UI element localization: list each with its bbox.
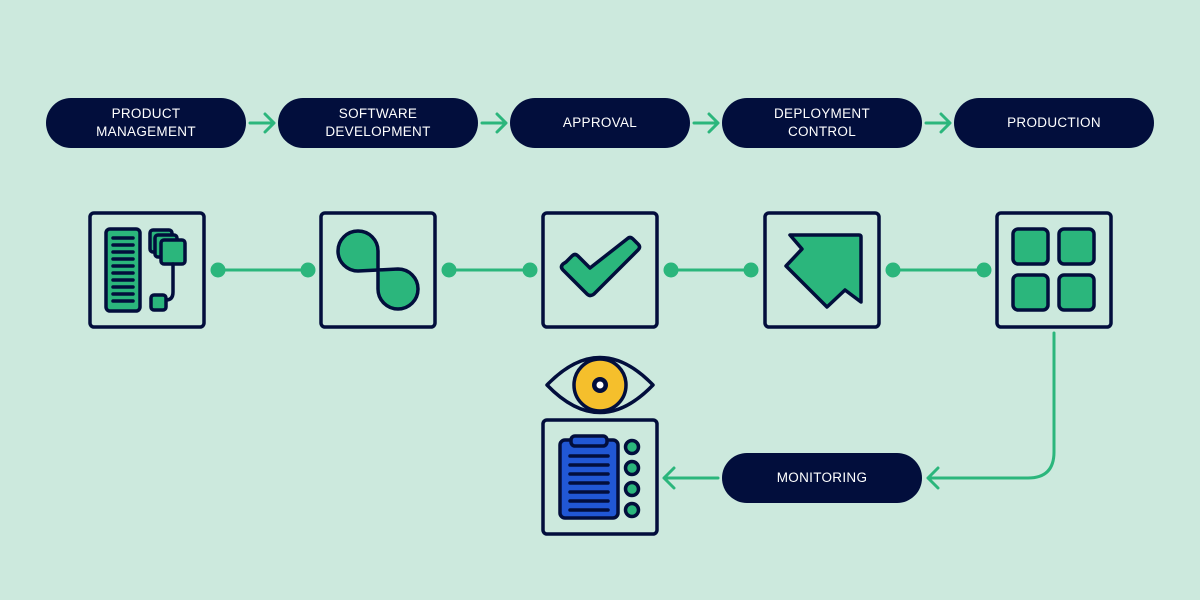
- diagram-canvas: [88, 112, 1113, 536]
- connector-3-4: [663, 262, 759, 278]
- connector-2-3: [441, 262, 538, 278]
- eye-icon: [545, 355, 655, 415]
- connector-dot: [976, 262, 992, 278]
- connector-dot: [300, 262, 316, 278]
- connector-dot: [743, 262, 759, 278]
- arrow-pm-to-sd: [248, 112, 276, 134]
- arrow-deployment-to-production: [924, 112, 952, 134]
- connector-dot: [441, 262, 457, 278]
- arrow-approval-to-deployment: [692, 112, 720, 134]
- monitoring-dashboard-box: [541, 418, 659, 536]
- connector-1-2: [210, 262, 316, 278]
- arrow-production-to-monitoring: [926, 331, 1056, 490]
- connector-dot: [885, 262, 901, 278]
- stage-icon-box-approval: [541, 211, 659, 329]
- connector-dot: [522, 262, 538, 278]
- stage-icon-box-deployment-control: [763, 211, 881, 329]
- connector-dot: [663, 262, 679, 278]
- arrow-sd-to-approval: [480, 112, 508, 134]
- stage-icon-box-software-development: [319, 211, 437, 329]
- arrow-monitoring-to-dashboard: [662, 466, 720, 490]
- stage-icon-box-product-management: [88, 211, 206, 329]
- connector-4-5: [885, 262, 992, 278]
- stage-icon-box-production: [995, 211, 1113, 329]
- connector-dot: [210, 262, 226, 278]
